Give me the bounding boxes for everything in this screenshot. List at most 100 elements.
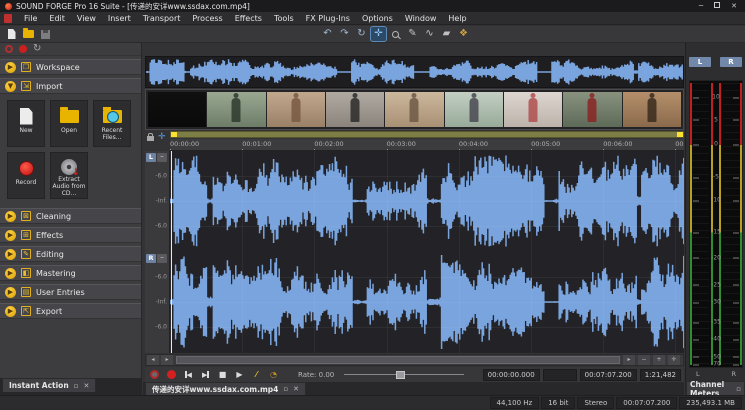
sidebar-section-cleaning[interactable]: ▶⊠Cleaning xyxy=(0,208,141,224)
undo-button[interactable]: ↶ xyxy=(320,27,335,41)
video-frame-thumbnail[interactable] xyxy=(445,92,503,127)
scroll-left-button[interactable]: ◂ xyxy=(147,355,159,365)
menu-insert[interactable]: Insert xyxy=(102,13,137,24)
menu-effects[interactable]: Effects xyxy=(229,13,268,24)
play-plugin-button[interactable]: ⁄ xyxy=(250,369,263,381)
snap-icon[interactable]: ✛ xyxy=(158,133,166,150)
meter-l-button[interactable]: L xyxy=(689,57,711,67)
zoom-normal-button[interactable]: ✛ xyxy=(668,355,680,365)
expand-arrow-icon[interactable]: ▶ xyxy=(5,268,16,279)
magnify-tool-button[interactable] xyxy=(388,27,403,41)
pencil-tool-button[interactable]: ✎ xyxy=(405,27,420,41)
new-file-button[interactable] xyxy=(4,27,19,41)
zoom-in-time-button[interactable]: + xyxy=(653,355,665,365)
loop-start-marker[interactable] xyxy=(171,132,177,137)
action-tile-open[interactable]: Open xyxy=(50,100,88,147)
float-icon[interactable]: ▫ xyxy=(736,385,741,393)
loop-end-marker[interactable] xyxy=(677,132,683,137)
record-button[interactable] xyxy=(165,369,178,381)
menu-fx-plug-ins[interactable]: FX Plug-Ins xyxy=(300,13,356,24)
video-frame-thumbnail[interactable] xyxy=(326,92,384,127)
zoom-out-time-button[interactable]: − xyxy=(638,355,650,365)
video-frame-thumbnail[interactable] xyxy=(267,92,325,127)
collapse-arrow-icon[interactable]: ▼ xyxy=(5,81,16,92)
instant-action-tab[interactable]: Instant Action ▫ ✕ xyxy=(2,378,96,392)
close-tab-icon[interactable]: ✕ xyxy=(83,382,89,390)
playback-cursor[interactable] xyxy=(171,151,172,353)
close-button[interactable]: ✕ xyxy=(731,2,737,10)
record-button[interactable] xyxy=(19,45,27,53)
eraser-tool-button[interactable]: ▰ xyxy=(439,27,454,41)
smart-tool-button[interactable]: ❖ xyxy=(456,27,471,41)
horizontal-scrollbar[interactable]: ◂ ▸ ▸−+✛ xyxy=(145,354,684,366)
video-frame-thumbnail[interactable] xyxy=(623,92,681,127)
loop-region-bar[interactable] xyxy=(170,131,684,138)
rate-slider[interactable] xyxy=(344,370,464,380)
redo-button[interactable]: ↷ xyxy=(337,27,352,41)
rate-slider-thumb[interactable] xyxy=(396,371,405,379)
lock-icon[interactable] xyxy=(147,136,154,141)
expand-arrow-icon[interactable]: ▶ xyxy=(5,287,16,298)
float-icon[interactable]: ▫ xyxy=(283,385,288,393)
selection-length-field[interactable] xyxy=(543,369,577,381)
time-ruler[interactable]: 00:00:0000:01:0000:02:0000:03:0000:04:00… xyxy=(170,139,684,151)
scrollbar-track[interactable] xyxy=(176,356,620,364)
action-tile-extract-audio-from-cd-[interactable]: Extract Audio from CD... xyxy=(50,152,88,199)
meter-r-button[interactable]: R xyxy=(720,57,742,67)
cursor-position-field[interactable]: 00:00:00.000 xyxy=(483,369,540,381)
menu-process[interactable]: Process xyxy=(186,13,228,24)
menu-view[interactable]: View xyxy=(71,13,102,24)
waveform-canvas[interactable] xyxy=(170,151,684,353)
channel-minimize-button[interactable]: – xyxy=(157,254,167,263)
video-frame-thumbnail[interactable] xyxy=(385,92,443,127)
level-meter[interactable]: 1050-5-10-15-20-25-30-35-40-50-70 xyxy=(689,80,743,368)
sidebar-section-editing[interactable]: ▶✎Editing xyxy=(0,246,141,262)
menu-help[interactable]: Help xyxy=(442,13,472,24)
video-frame-thumbnail[interactable] xyxy=(148,92,206,127)
go-to-end-button[interactable]: ▶ xyxy=(199,369,212,381)
action-tile-new[interactable]: New xyxy=(7,100,45,147)
video-frame-thumbnail[interactable] xyxy=(563,92,621,127)
action-tile-recent-files-[interactable]: Recent Files... xyxy=(93,100,131,147)
refresh-button[interactable]: ↻ xyxy=(33,44,41,54)
stop-button[interactable]: ■ xyxy=(216,369,229,381)
expand-arrow-icon[interactable]: ▶ xyxy=(5,211,16,222)
menu-file[interactable]: File xyxy=(18,13,43,24)
expand-arrow-icon[interactable]: ▶ xyxy=(5,306,16,317)
expand-arrow-icon[interactable]: ▶ xyxy=(5,230,16,241)
document-tab[interactable]: 传递的安详www.ssdax.com.mp4 ▫ ✕ xyxy=(145,382,306,395)
float-icon[interactable]: ▫ xyxy=(74,382,79,390)
channel-r-button[interactable]: R xyxy=(146,254,156,263)
expand-arrow-icon[interactable]: ▶ xyxy=(5,249,16,260)
maximize-button[interactable] xyxy=(714,2,720,8)
scroll-right-button[interactable]: ▸ xyxy=(161,355,173,365)
play-button[interactable]: ▶ xyxy=(233,369,246,381)
channel-l-button[interactable]: L xyxy=(146,153,156,162)
save-file-button[interactable] xyxy=(38,27,53,41)
zoom-ratio-field[interactable]: 1:21,482 xyxy=(640,369,681,381)
menu-transport[interactable]: Transport xyxy=(137,13,187,24)
menu-options[interactable]: Options xyxy=(356,13,399,24)
envelope-tool-button[interactable]: ∿ xyxy=(422,27,437,41)
scrollbar-thumb[interactable] xyxy=(176,356,620,364)
waveform-overview[interactable] xyxy=(145,56,684,88)
sidebar-section-export[interactable]: ▶⇱Export xyxy=(0,303,141,319)
close-tab-icon[interactable]: ✕ xyxy=(293,385,299,393)
video-thumbnail-strip[interactable] xyxy=(145,89,684,130)
loop-playback-button[interactable]: ◔ xyxy=(267,369,280,381)
sidebar-section-workspace[interactable]: ▶❐Workspace xyxy=(0,59,141,75)
open-file-button[interactable] xyxy=(21,27,36,41)
total-length-field[interactable]: 00:07:07.200 xyxy=(580,369,637,381)
channel-meters-tab[interactable]: Channel Meters ▫ xyxy=(686,381,745,395)
go-to-start-button[interactable]: ◀ xyxy=(182,369,195,381)
repeat-button[interactable]: ↻ xyxy=(354,27,369,41)
action-tile-record[interactable]: Record xyxy=(7,152,45,199)
zoom-selection-button[interactable]: ▸ xyxy=(623,355,635,365)
video-frame-thumbnail[interactable] xyxy=(207,92,265,127)
menu-edit[interactable]: Edit xyxy=(43,13,71,24)
video-frame-thumbnail[interactable] xyxy=(504,92,562,127)
edit-tool-button[interactable]: ✛ xyxy=(371,27,386,41)
expand-arrow-icon[interactable]: ▶ xyxy=(5,62,16,73)
channel-minimize-button[interactable]: – xyxy=(157,153,167,162)
menu-window[interactable]: Window xyxy=(399,13,443,24)
